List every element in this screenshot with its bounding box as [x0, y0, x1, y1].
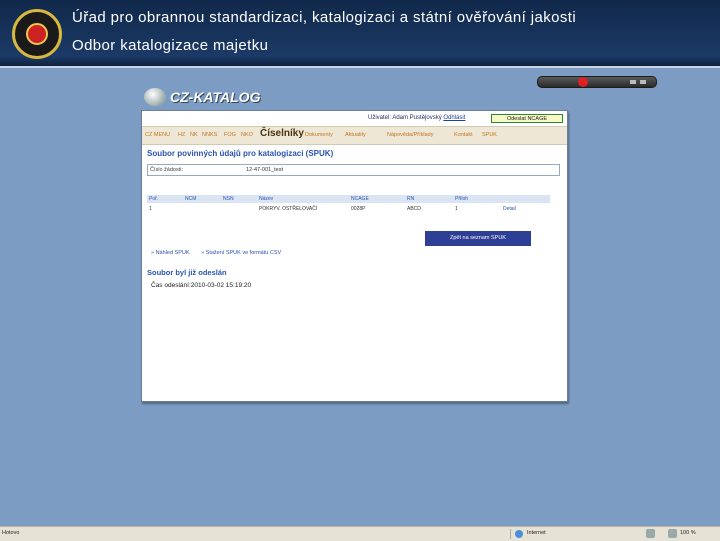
- menu-item-active[interactable]: Číselníky: [260, 128, 304, 139]
- sent-message: Soubor byl již odeslán: [147, 268, 227, 277]
- menu-item[interactable]: HZ: [178, 132, 185, 138]
- table-cell: 1: [455, 206, 458, 212]
- sent-time: Čas odeslání:2010-03-02 15:19:20: [151, 282, 251, 289]
- page-title: Soubor povinných údajů pro katalogizaci …: [147, 149, 334, 158]
- table-row[interactable]: 1 POKRYV. OSTŘELOVAČÍ 0028P ABCD 1 Detai…: [147, 205, 550, 213]
- record-icon[interactable]: [578, 77, 588, 87]
- table-cell: POKRYV. OSTŘELOVAČÍ: [259, 206, 318, 212]
- column-header: Poř.: [149, 196, 159, 202]
- column-header: NCM: [185, 196, 197, 202]
- request-number-value: 12-47-001_test: [246, 167, 283, 173]
- protected-mode-icon[interactable]: [646, 529, 655, 538]
- column-header: Příloh: [455, 196, 469, 202]
- zoom-icon[interactable]: [668, 529, 677, 538]
- export-links: » Náhled SPUK » Stažení SPUK ve formátu …: [151, 250, 281, 256]
- main-menu: CZ MENU HZ NK NNKS FOG NKO Číselníky Dok…: [142, 126, 567, 145]
- status-text: Hotovo: [2, 530, 20, 536]
- menu-item[interactable]: CZ MENU: [145, 132, 170, 138]
- odeslat-ncage-button[interactable]: Odeslat NCAGE: [491, 114, 563, 123]
- column-header: RN: [407, 196, 415, 202]
- logo-text: CZ-KATALOG: [170, 89, 261, 105]
- menu-item[interactable]: Dokumenty: [305, 132, 333, 138]
- back-to-list-button[interactable]: Zpět na seznam SPUK: [425, 231, 531, 246]
- globe-icon: [515, 530, 523, 538]
- request-number-label: Číslo žádosti:: [150, 167, 184, 173]
- column-header: NSN: [223, 196, 234, 202]
- logout-link[interactable]: Odhlásit: [443, 115, 465, 121]
- request-number-box[interactable]: Číslo žádosti: 12-47-001_test: [147, 164, 560, 176]
- agency-emblem-icon: [12, 9, 62, 59]
- menu-item[interactable]: Aktuality: [345, 132, 366, 138]
- table-header: Poř. NCM NSN Název NCAGE RN Příloh: [147, 195, 550, 203]
- detail-link[interactable]: Detail: [503, 206, 516, 212]
- presentation-header: Úřad pro obrannou standardizaci, katalog…: [0, 0, 720, 68]
- sent-time-value: 2010-03-02 15:19:20: [190, 282, 252, 289]
- menu-item[interactable]: NK: [190, 132, 198, 138]
- menu-item[interactable]: NNKS: [202, 132, 217, 138]
- user-name: Uživatel: Adam Pustějovský: [368, 115, 442, 121]
- menu-item[interactable]: NKO: [241, 132, 253, 138]
- column-header: NCAGE: [351, 196, 369, 202]
- menu-item[interactable]: FOG: [224, 132, 236, 138]
- security-zone: Internet: [510, 529, 631, 539]
- control-icon[interactable]: [630, 80, 636, 84]
- table-cell: 0028P: [351, 206, 366, 212]
- globe-icon: [144, 88, 166, 106]
- menu-item[interactable]: Nápověda/Příklady: [387, 132, 433, 138]
- download-csv-link[interactable]: » Stažení SPUK ve formátu CSV: [201, 250, 281, 256]
- browser-status-bar: Hotovo Internet 100 %: [0, 526, 720, 541]
- zone-label: Internet: [527, 530, 546, 536]
- zoom-level[interactable]: 100 %: [680, 530, 696, 536]
- header-subtitle: Odbor katalogizace majetku: [72, 37, 269, 54]
- control-icon[interactable]: [640, 80, 646, 84]
- preview-spuk-link[interactable]: » Náhled SPUK: [151, 250, 190, 256]
- header-title: Úřad pro obrannou standardizaci, katalog…: [72, 9, 577, 26]
- menu-item[interactable]: SPUK: [482, 132, 497, 138]
- column-header: Název: [259, 196, 274, 202]
- sent-time-label: Čas odeslání:: [151, 282, 191, 289]
- menu-item[interactable]: Kontakt: [454, 132, 473, 138]
- app-window: Uživatel: Adam Pustějovský Odhlásit Odes…: [141, 110, 568, 402]
- media-controls[interactable]: [537, 76, 657, 88]
- table-cell: 1: [149, 206, 152, 212]
- table-cell: ABCD: [407, 206, 421, 212]
- user-line: Uživatel: Adam Pustějovský Odhlásit: [368, 115, 465, 121]
